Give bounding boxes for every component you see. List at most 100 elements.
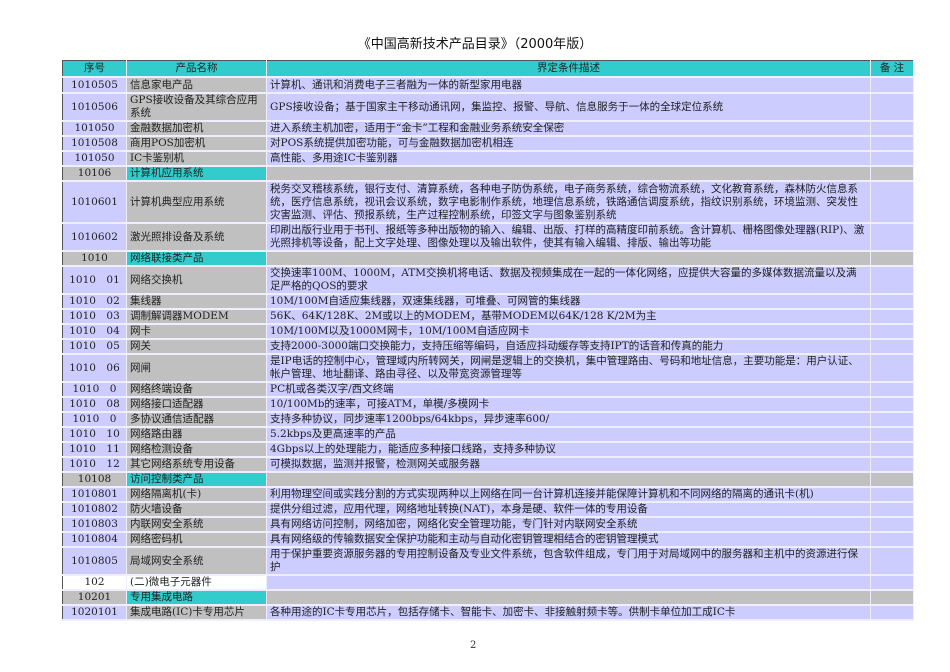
product-name: 网络检测设备 <box>126 442 267 458</box>
note-cell <box>870 502 914 518</box>
table-row: 1010805 局域网安全系统 用于保护重要资源服务器的专用控制设备及专业文件系统，… <box>62 547 914 576</box>
definition-description: 对POS系统提供加密功能，可与金融数据加密机相连 <box>266 136 871 152</box>
document-title: 《中国高新技术产品目录》（2000年版） <box>357 37 593 52</box>
note-cell <box>870 442 914 458</box>
table-row: 1010602 激光照排设备及系统 印刷出版行业用于书刊、报纸等多种出版物的输入、编… <box>62 223 914 252</box>
category-row: 102 (二)微电子元器件 <box>62 575 914 591</box>
definition-description: 可模拟数据，监测并报警，检测网关或服务器 <box>266 457 871 473</box>
product-name: 网络联接类产品 <box>126 251 267 267</box>
note-cell <box>870 605 914 621</box>
definition-description <box>266 472 871 488</box>
product-catalog-table: 序号 产品名称 界定条件描述 备 注 1010505 信息家电产品 计算机、通讯和消… <box>62 60 914 621</box>
product-code: 1020101 <box>62 605 127 621</box>
product-name: 防火墙设备 <box>126 502 267 518</box>
product-code: 1010 05 <box>62 339 127 355</box>
table-row: 1010505 信息家电产品 计算机、通讯和消费电子三者融为一体的新型家用电器 <box>62 77 914 94</box>
table-row: 1010 12 其它网络系统专用设备 可模拟数据，监测并报警，检测网关或服务器 <box>62 457 914 473</box>
product-name: 内联网安全系统 <box>126 517 267 533</box>
product-code: 1010 06 <box>62 354 127 383</box>
product-code: 10106 <box>62 166 127 182</box>
table-row: 1010 04 网卡 10M/100M以及1000M网卡，10M/100M自适应网卡 <box>62 324 914 340</box>
definition-description: 具有网络级的传输数据安全保护功能和主动与自动化密钥管理相结合的密钥管理模式 <box>266 532 871 548</box>
product-name: 专用集成电路 <box>126 590 267 606</box>
header-name: 产品名称 <box>126 60 267 78</box>
product-name: 多协议通信适配器 <box>126 412 267 428</box>
note-cell <box>870 575 914 591</box>
note-cell <box>870 339 914 355</box>
product-name: GPS接收设备及其综合应用系统 <box>126 93 267 122</box>
product-name: 网络隔离机(卡) <box>126 487 267 503</box>
product-code: 1010505 <box>62 77 127 94</box>
product-name: 金融数据加密机 <box>126 121 267 137</box>
note-cell <box>870 294 914 310</box>
product-name: 商用POS加密机 <box>126 136 267 152</box>
note-cell <box>870 354 914 383</box>
definition-description: 进入系统主机加密，适用于“金卡”工程和金融业务系统安全保密 <box>266 121 871 137</box>
product-code: 102 <box>62 575 127 591</box>
definition-description: 是IP电话的控制中心，管理域内所转网关，网闸是逻辑上的交换机，集中管理路由、号码… <box>266 354 871 383</box>
note-cell <box>870 457 914 473</box>
product-name: (二)微电子元器件 <box>126 575 267 591</box>
table-row: 1010508 商用POS加密机 对POS系统提供加密功能，可与金融数据加密机相连 <box>62 136 914 152</box>
note-cell <box>870 266 914 295</box>
table-row: 1010 0 网络终端设备 PC机或各类汉字/西文终端 <box>62 382 914 398</box>
header-note: 备 注 <box>870 60 914 78</box>
definition-description: 4Gbps以上的处理能力，能适应多种接口线路，支持多种协议 <box>266 442 871 458</box>
table-row: 1020101 集成电路(IC)卡专用芯片 各种用途的IC卡专用芯片，包括存储卡、智… <box>62 605 914 621</box>
note-cell <box>870 309 914 325</box>
definition-description: 高性能、多用途IC卡鉴别器 <box>266 151 871 167</box>
product-code: 1010 10 <box>62 427 127 443</box>
note-cell <box>870 223 914 252</box>
note-cell <box>870 93 914 122</box>
product-name: 网络交换机 <box>126 266 267 295</box>
definition-description: 5.2kbps及更高速率的产品 <box>266 427 871 443</box>
definition-description: 具有网络访问控制，网络加密，网络化安全管理功能，专门针对内联网安全系统 <box>266 517 871 533</box>
note-cell <box>870 412 914 428</box>
product-code: 1010508 <box>62 136 127 152</box>
note-cell <box>870 472 914 488</box>
definition-description: 印刷出版行业用于书刊、报纸等多种出版物的输入、编辑、出版、打样的高精度印前系统。… <box>266 223 871 252</box>
product-name: 网络路由器 <box>126 427 267 443</box>
definition-description <box>266 575 871 591</box>
section-row: 10108 访问控制类产品 <box>62 472 914 488</box>
product-name: 集成电路(IC)卡专用芯片 <box>126 605 267 621</box>
definition-description: 用于保护重要资源服务器的专用控制设备及专业文件系统，包含软件组成，专门用于对局域… <box>266 547 871 576</box>
table-row: 1010506 GPS接收设备及其综合应用系统 GPS接收设备；基于国家主干移动通讯… <box>62 93 914 122</box>
product-name: 其它网络系统专用设备 <box>126 457 267 473</box>
product-name: 访问控制类产品 <box>126 472 267 488</box>
table-row: 101050 金融数据加密机 进入系统主机加密，适用于“金卡”工程和金融业务系统安全… <box>62 121 914 137</box>
header-code: 序号 <box>62 60 127 78</box>
section-row: 10201 专用集成电路 <box>62 590 914 606</box>
table-header-row: 序号 产品名称 界定条件描述 备 注 <box>62 60 914 78</box>
product-code: 1010802 <box>62 502 127 518</box>
product-code: 1010 04 <box>62 324 127 340</box>
table-row: 1010 03 调制解调器MODEM 56K、64K/128K、2M或以上的MODE… <box>62 309 914 325</box>
table-row: 1010 11 网络检测设备 4Gbps以上的处理能力，能适应多种接口线路，支持多种… <box>62 442 914 458</box>
product-code: 1010 0 <box>62 382 127 398</box>
table-row: 1010804 网络密码机 具有网络级的传输数据安全保护功能和主动与自动化密钥管理相… <box>62 532 914 548</box>
product-name: 网闸 <box>126 354 267 383</box>
definition-description: PC机或各类汉字/西文终端 <box>266 382 871 398</box>
note-cell <box>870 547 914 576</box>
table-row: 1010803 内联网安全系统 具有网络访问控制，网络加密，网络化安全管理功能，专门… <box>62 517 914 533</box>
definition-description: 56K、64K/128K、2M或以上的MODEM，基带MODEM以64K/128… <box>266 309 871 325</box>
product-code: 1010 01 <box>62 266 127 295</box>
section-row: 1010 网络联接类产品 <box>62 251 914 267</box>
note-cell <box>870 397 914 413</box>
definition-description: 10M/100M自适应集线器，双速集线器，可堆叠、可网管的集线器 <box>266 294 871 310</box>
product-code: 1010804 <box>62 532 127 548</box>
product-code: 1010 02 <box>62 294 127 310</box>
table-row: 1010 01 网络交换机 交换速率100M、1000M，ATM交换机将电话、数据及… <box>62 266 914 295</box>
product-code: 1010803 <box>62 517 127 533</box>
table-row: 1010802 防火墙设备 提供分组过滤，应用代理，网络地址转换(NAT)，本身是硬… <box>62 502 914 518</box>
note-cell <box>870 136 914 152</box>
definition-description: 支持2000-3000端口交换能力，支持压缩等编码，自适应抖动缓存等支持IPT的… <box>266 339 871 355</box>
definition-description: 10/100Mb的速率，可接ATM，单模/多模网卡 <box>266 397 871 413</box>
page-number: 2 <box>470 640 477 651</box>
definition-description: GPS接收设备；基于国家主干移动通讯网，集监控、报警、导航、信息服务于一体的全球… <box>266 93 871 122</box>
product-code: 1010 12 <box>62 457 127 473</box>
product-code: 1010506 <box>62 93 127 122</box>
product-code: 1010801 <box>62 487 127 503</box>
definition-description: 计算机、通讯和消费电子三者融为一体的新型家用电器 <box>266 77 871 94</box>
definition-description: 交换速率100M、1000M，ATM交换机将电话、数据及视频集成在一起的一体化网… <box>266 266 871 295</box>
